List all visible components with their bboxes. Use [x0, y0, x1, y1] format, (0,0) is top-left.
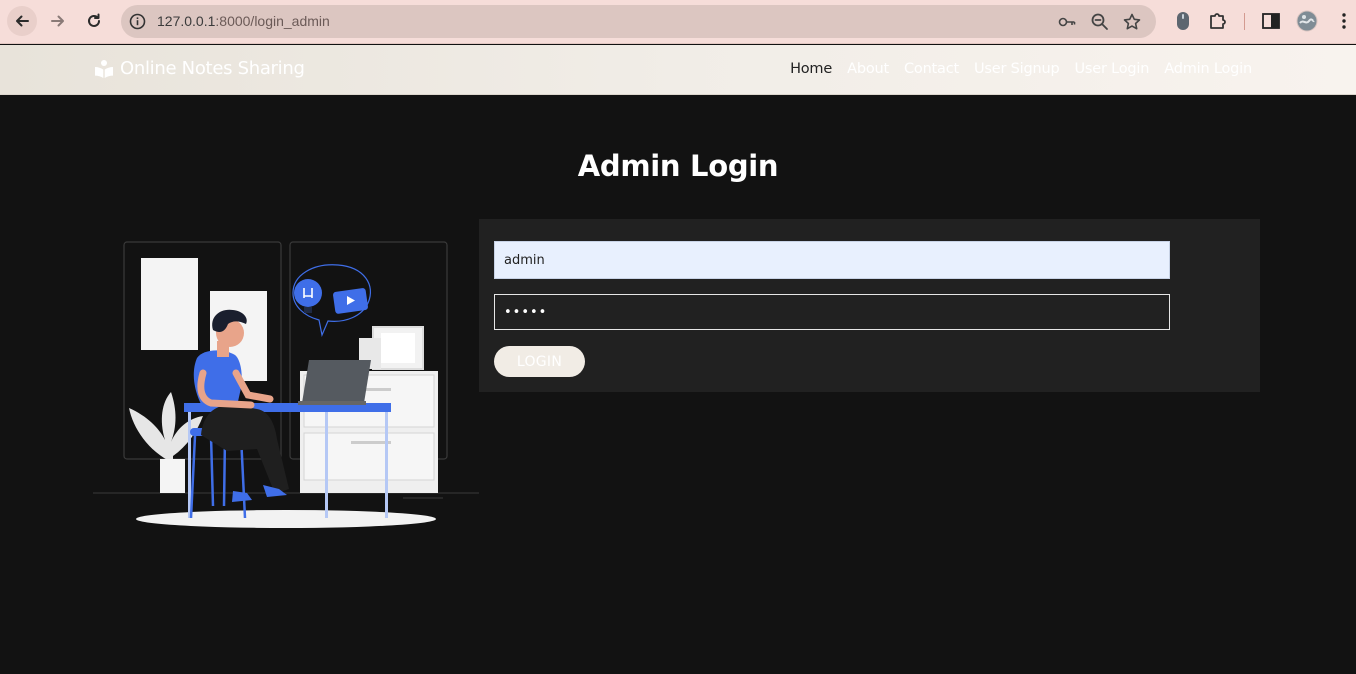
back-icon	[16, 15, 29, 27]
password-key-icon[interactable]	[1057, 12, 1077, 32]
site-navbar: Online Notes Sharing Home About Contact …	[0, 45, 1356, 95]
page-title: Admin Login	[577, 149, 779, 183]
username-input[interactable]	[494, 241, 1170, 279]
side-panel-icon[interactable]	[1260, 10, 1282, 32]
address-bar[interactable]: 127.0.0.1:8000/login_admin	[121, 5, 1156, 38]
extension-mouse-icon[interactable]	[1172, 10, 1194, 32]
brand[interactable]: Online Notes Sharing	[94, 58, 305, 79]
site-info-icon[interactable]	[129, 13, 146, 30]
zoom-icon[interactable]	[1090, 12, 1110, 32]
url-path: :8000/login_admin	[215, 13, 330, 29]
login-button[interactable]: LOGIN	[494, 346, 585, 377]
password-input[interactable]	[494, 294, 1170, 330]
toolbar-separator	[1244, 13, 1245, 30]
browser-toolbar: 127.0.0.1:8000/login_admin	[0, 0, 1356, 44]
nav-user-login[interactable]: User Login	[1074, 61, 1149, 77]
forward-icon	[51, 15, 64, 27]
nav-home[interactable]: Home	[790, 61, 832, 77]
profile-avatar-icon[interactable]	[1296, 10, 1318, 32]
bookmark-star-icon[interactable]	[1122, 12, 1142, 32]
nav-user-signup[interactable]: User Signup	[974, 61, 1060, 77]
nav-contact[interactable]: Contact	[904, 61, 959, 77]
person-at-desk-illustration	[93, 241, 479, 528]
nav-admin-login[interactable]: Admin Login	[1164, 61, 1252, 77]
reload-button[interactable]	[79, 6, 109, 36]
brand-name: Online Notes Sharing	[120, 58, 305, 79]
address-url: 127.0.0.1:8000/login_admin	[157, 13, 330, 29]
menu-kebab-icon[interactable]	[1333, 10, 1355, 32]
forward-button[interactable]	[43, 6, 73, 36]
url-host: 127.0.0.1	[157, 13, 216, 29]
extensions-puzzle-icon[interactable]	[1207, 10, 1229, 32]
reload-icon	[88, 13, 100, 27]
nav-about[interactable]: About	[847, 61, 889, 77]
login-form-panel: LOGIN	[479, 219, 1260, 392]
back-button[interactable]	[7, 6, 37, 36]
main-menu: Home About Contact User Signup User Logi…	[790, 61, 1252, 77]
book-reader-icon	[95, 59, 113, 78]
